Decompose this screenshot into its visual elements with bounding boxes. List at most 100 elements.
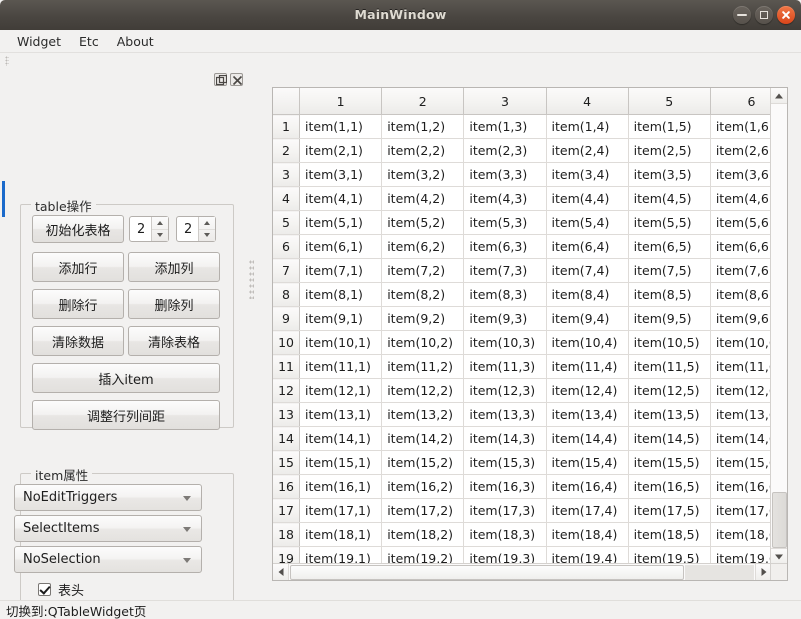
table-cell[interactable]: item(8,3) (463, 282, 547, 307)
table-cell[interactable]: item(12,5) (628, 378, 711, 403)
table-cell[interactable]: item(18,1) (299, 522, 383, 547)
table-row[interactable]: 7 item(7,1) item(7,2) item(7,3) item(7,4) ite… (273, 258, 771, 283)
table-cell[interactable]: item(14,2) (381, 426, 465, 451)
table-cell[interactable]: item(19,1) (299, 546, 383, 564)
table-cell[interactable]: item(4,3) (463, 186, 547, 211)
table-cell[interactable]: item(5,5) (628, 210, 711, 235)
table-cell[interactable]: item(3,2) (381, 162, 465, 187)
table-cell[interactable]: item(6,4) (546, 234, 629, 259)
table-row[interactable]: 3 item(3,1) item(3,2) item(3,3) item(3,4) ite… (273, 162, 771, 187)
table-cell[interactable]: item(1,4) (546, 114, 629, 139)
table-corner-button[interactable] (273, 88, 301, 115)
table-cell[interactable]: item(14,6) (710, 426, 771, 451)
table-cell[interactable]: item(11,2) (381, 354, 465, 379)
row-header[interactable]: 6 (273, 234, 301, 259)
table-cell[interactable]: item(16,1) (299, 474, 383, 499)
table-horizontal-scrollbar[interactable] (273, 563, 771, 580)
table-cell[interactable]: item(11,4) (546, 354, 629, 379)
init-table-button[interactable]: 初始化表格 (32, 215, 124, 243)
table-row[interactable]: 15 item(15,1) item(15,2) item(15,3) item(15,… (273, 450, 771, 475)
table-cell[interactable]: item(3,6) (710, 162, 771, 187)
table-cell[interactable]: item(13,3) (463, 402, 547, 427)
table-cell[interactable]: item(15,1) (299, 450, 383, 475)
dock-close-icon[interactable] (230, 73, 243, 86)
table-cell[interactable]: item(16,3) (463, 474, 547, 499)
table-cell[interactable]: item(16,5) (628, 474, 711, 499)
table-cell[interactable]: item(18,5) (628, 522, 711, 547)
table-cell[interactable]: item(2,4) (546, 138, 629, 163)
table-cell[interactable]: item(19,6) (710, 546, 771, 564)
delete-row-button[interactable]: 删除行 (32, 289, 124, 319)
table-cell[interactable]: item(9,1) (299, 306, 383, 331)
float-icon[interactable] (214, 73, 227, 86)
table-cell[interactable]: item(12,3) (463, 378, 547, 403)
row-header[interactable]: 17 (273, 498, 301, 523)
clear-table-button[interactable]: 清除表格 (128, 326, 220, 356)
table-row[interactable]: 5 item(5,1) item(5,2) item(5,3) item(5,4) ite… (273, 210, 771, 235)
table-cell[interactable]: item(11,6) (710, 354, 771, 379)
table-cell[interactable]: item(18,4) (546, 522, 629, 547)
table-row[interactable]: 18 item(18,1) item(18,2) item(18,3) item(18,… (273, 522, 771, 547)
table-cell[interactable]: item(1,1) (299, 114, 383, 139)
row-header[interactable]: 16 (273, 474, 301, 499)
table-cell[interactable]: item(4,4) (546, 186, 629, 211)
table-row[interactable]: 13 item(13,1) item(13,2) item(13,3) item(13,… (273, 402, 771, 427)
table-cell[interactable]: item(15,2) (381, 450, 465, 475)
table-cell[interactable]: item(2,3) (463, 138, 547, 163)
table-vertical-scrollbar[interactable] (770, 88, 787, 564)
close-icon[interactable] (777, 6, 795, 24)
table-cell[interactable]: item(13,2) (381, 402, 465, 427)
table-cell[interactable]: item(17,3) (463, 498, 547, 523)
table-cell[interactable]: item(11,3) (463, 354, 547, 379)
horizontal-scroll-handle[interactable] (290, 565, 684, 580)
table-cell[interactable]: item(8,2) (381, 282, 465, 307)
table-cell[interactable]: item(6,5) (628, 234, 711, 259)
table-cell[interactable]: item(6,3) (463, 234, 547, 259)
table-row[interactable]: 4 item(4,1) item(4,2) item(4,3) item(4,4) ite… (273, 186, 771, 211)
table-cell[interactable]: item(14,5) (628, 426, 711, 451)
vertical-scroll-handle[interactable] (772, 492, 787, 548)
table-cell[interactable]: item(7,3) (463, 258, 547, 283)
table-cell[interactable]: item(16,6) (710, 474, 771, 499)
column-header[interactable]: 5 (628, 88, 711, 115)
table-cell[interactable]: item(7,5) (628, 258, 711, 283)
table-cell[interactable]: item(11,5) (628, 354, 711, 379)
table-cell[interactable]: item(10,2) (381, 330, 465, 355)
table-cell[interactable]: item(4,6) (710, 186, 771, 211)
table-row[interactable]: 19 item(19,1) item(19,2) item(19,3) item(19,… (273, 546, 771, 564)
table-cell[interactable]: item(8,1) (299, 282, 383, 307)
table-cell[interactable]: item(2,5) (628, 138, 711, 163)
dock-splitter-handle[interactable] (249, 259, 254, 299)
table-cell[interactable]: item(12,2) (381, 378, 465, 403)
table-cell[interactable]: item(3,3) (463, 162, 547, 187)
table-cell[interactable]: item(9,4) (546, 306, 629, 331)
row-header[interactable]: 14 (273, 426, 301, 451)
table-cell[interactable]: item(13,1) (299, 402, 383, 427)
table-cell[interactable]: item(19,2) (381, 546, 465, 564)
scroll-down-icon[interactable] (771, 548, 787, 564)
table-cell[interactable]: item(16,4) (546, 474, 629, 499)
edit-triggers-combobox[interactable]: NoEditTriggers (14, 484, 202, 511)
row-header[interactable]: 8 (273, 282, 301, 307)
table-cell[interactable]: item(4,1) (299, 186, 383, 211)
column-header[interactable]: 6 (710, 88, 771, 115)
table-cell[interactable]: item(8,6) (710, 282, 771, 307)
table-row[interactable]: 8 item(8,1) item(8,2) item(8,3) item(8,4) ite… (273, 282, 771, 307)
table-cell[interactable]: item(12,4) (546, 378, 629, 403)
toolbar-grip[interactable] (5, 56, 9, 66)
rows-spinbox-arrows[interactable] (151, 217, 168, 241)
table-cell[interactable]: item(15,4) (546, 450, 629, 475)
header-checkbox[interactable]: 表头 (38, 580, 84, 599)
table-cell[interactable]: item(2,6) (710, 138, 771, 163)
table-cell[interactable]: item(12,6) (710, 378, 771, 403)
table-cell[interactable]: item(16,2) (381, 474, 465, 499)
table-cell[interactable]: item(13,5) (628, 402, 711, 427)
table-row[interactable]: 14 item(14,1) item(14,2) item(14,3) item(14,… (273, 426, 771, 451)
scroll-up-icon[interactable] (771, 88, 787, 104)
table-cell[interactable]: item(8,4) (546, 282, 629, 307)
table-cell[interactable]: item(4,2) (381, 186, 465, 211)
row-header[interactable]: 1 (273, 114, 301, 139)
row-header[interactable]: 5 (273, 210, 301, 235)
table-cell[interactable]: item(6,2) (381, 234, 465, 259)
selection-behavior-combobox[interactable]: SelectItems (14, 515, 202, 542)
